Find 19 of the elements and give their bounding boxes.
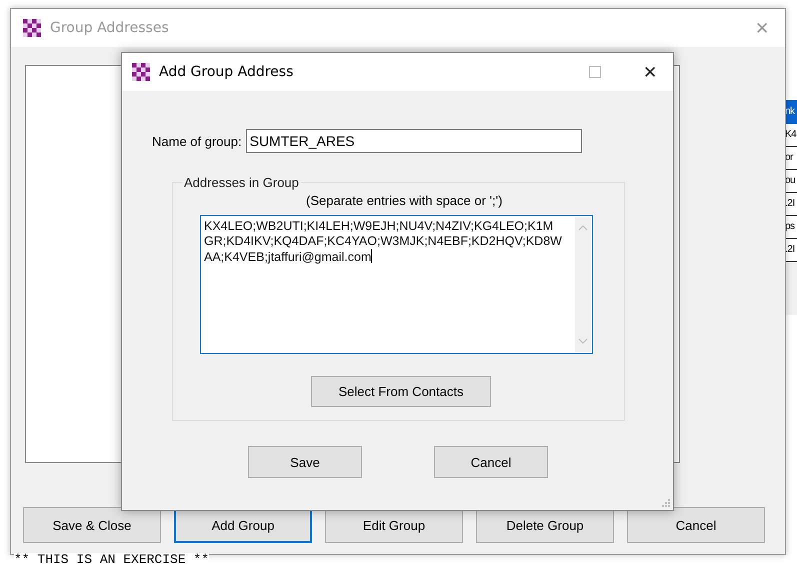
group-box-title: Addresses in Group [183,175,300,190]
select-contacts-button[interactable]: Select From Contacts [311,376,491,407]
dialog-title: Add Group Address [159,64,294,80]
exercise-banner: ** THIS IS AN EXERCISE ** [14,553,210,564]
resize-grip-icon[interactable] [661,498,671,508]
window-title: Group Addresses [50,20,169,36]
checker-icon [23,19,41,37]
close-button[interactable]: ✕ [627,57,673,87]
field-label: Name of group: [152,134,242,148]
window-button[interactable]: Cancel [627,507,765,543]
checker-icon [132,63,150,81]
scrollbar[interactable] [575,217,591,352]
hint-text: (Separate entries with space or ';') [306,193,504,208]
window-button[interactable]: Save & Close [23,507,161,543]
dialog-button[interactable]: Cancel [434,446,548,478]
name-field[interactable]: SUMTER_ARES [246,129,582,153]
maximize-icon[interactable] [589,66,601,78]
dialog-button[interactable]: Save [248,446,362,478]
addresses-field[interactable]: KX4LEO;WB2UTI;KI4LEH;W9EJH;NU4V;N4ZIV;KG4LEO;K1MGR;KD4IKV;KQ4DAF;KC4YAO;W3MJK;N4EBF;KD2HQV;KD8WAA;K4VEB;jtaffuri@gmail.com [200,215,593,354]
